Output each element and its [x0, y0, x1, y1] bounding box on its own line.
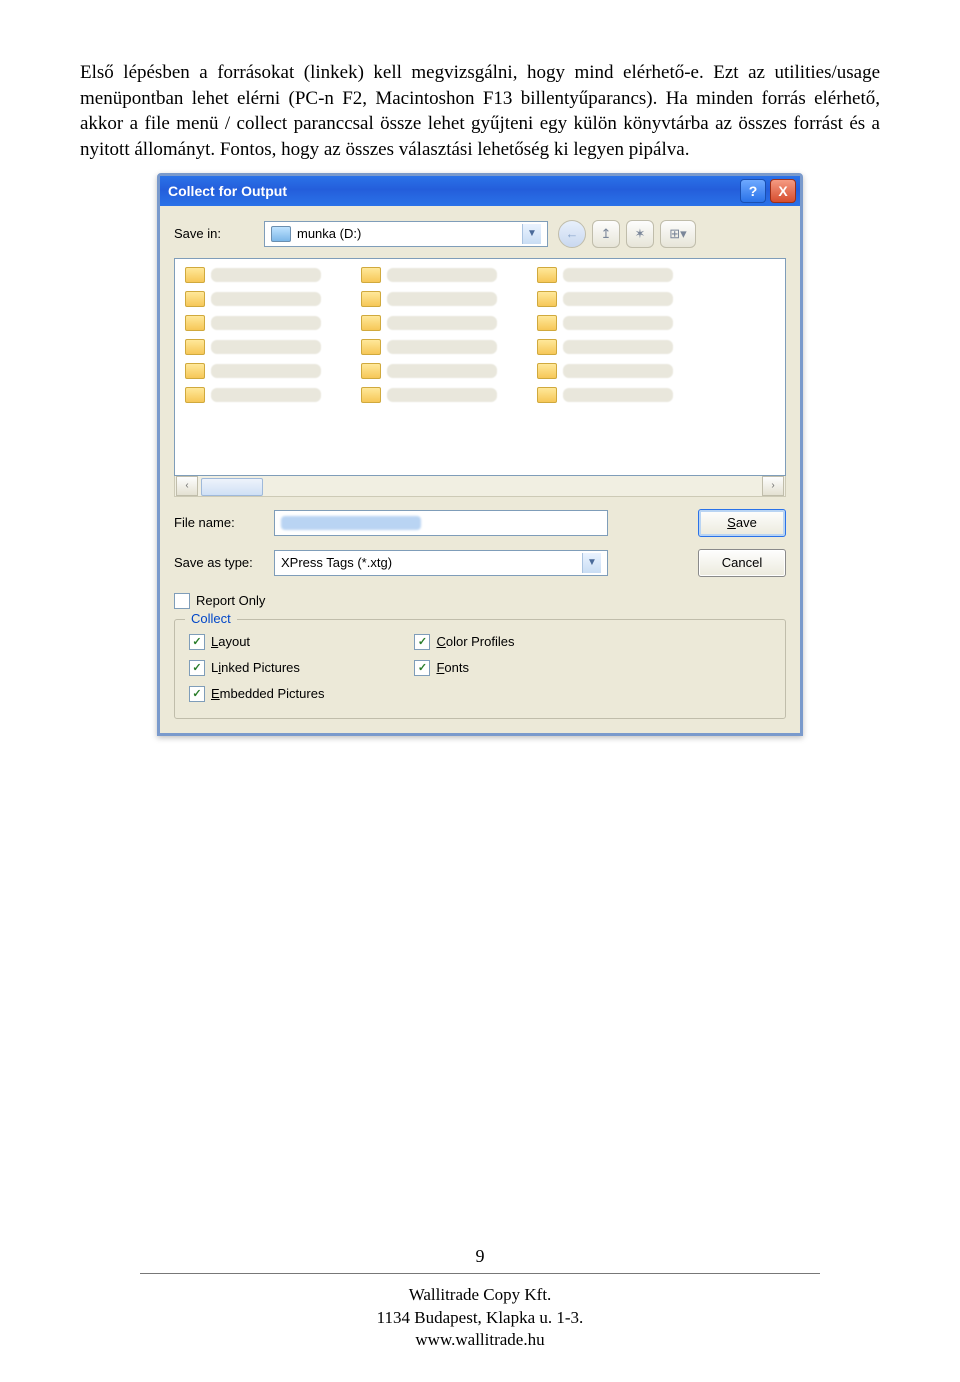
folder-icon: [361, 363, 381, 379]
checkbox-icon: ✓: [189, 634, 205, 650]
list-item[interactable]: [537, 363, 673, 379]
folder-icon: [537, 363, 557, 379]
folder-icon: [537, 315, 557, 331]
scroll-left-button[interactable]: ‹: [176, 476, 198, 496]
checkbox-icon: ✓: [189, 660, 205, 676]
folder-icon: [185, 387, 205, 403]
horizontal-scrollbar[interactable]: ‹ ›: [174, 476, 786, 497]
scroll-track[interactable]: [199, 477, 761, 495]
list-item[interactable]: [185, 291, 321, 307]
nav-up-button[interactable]: ↥: [592, 220, 620, 248]
body-paragraph: Első lépésben a forrásokat (linkek) kell…: [80, 60, 880, 163]
list-item[interactable]: [361, 291, 497, 307]
folder-icon: [361, 267, 381, 283]
color-profiles-checkbox[interactable]: ✓ Color Profiles: [414, 634, 514, 650]
embedded-pictures-checkbox[interactable]: ✓ Embedded Pictures: [189, 686, 324, 702]
folder-icon: [185, 363, 205, 379]
scroll-right-button[interactable]: ›: [762, 476, 784, 496]
checkbox-icon: ✓: [189, 686, 205, 702]
nav-back-button[interactable]: ←: [558, 220, 586, 248]
list-item[interactable]: [361, 363, 497, 379]
folder-icon: [537, 291, 557, 307]
scroll-thumb[interactable]: [201, 478, 263, 496]
nav-newfolder-button[interactable]: ✶: [626, 220, 654, 248]
list-item[interactable]: [185, 387, 321, 403]
folder-icon: [185, 339, 205, 355]
list-item[interactable]: [185, 267, 321, 283]
chevron-down-icon[interactable]: ▼: [582, 553, 601, 573]
list-item[interactable]: [185, 363, 321, 379]
file-name-label: File name:: [174, 515, 264, 530]
folder-icon: [361, 387, 381, 403]
collect-group: Collect ✓ Layout ✓ Linked Pictures: [174, 619, 786, 719]
folder-icon: [537, 267, 557, 283]
folder-icon: [361, 291, 381, 307]
list-item[interactable]: [537, 291, 673, 307]
list-item[interactable]: [361, 339, 497, 355]
file-list-pane[interactable]: [174, 258, 786, 476]
save-in-label: Save in:: [174, 226, 264, 241]
checkbox-icon: ✓: [414, 634, 430, 650]
folder-icon: [537, 387, 557, 403]
list-item[interactable]: [361, 315, 497, 331]
file-name-value: [281, 516, 421, 530]
collect-group-title: Collect: [185, 611, 237, 626]
save-as-type-value: XPress Tags (*.xtg): [281, 555, 392, 570]
page-number: 9: [80, 1246, 880, 1267]
checkbox-icon: [174, 593, 190, 609]
footer-line-1: Wallitrade Copy Kft.: [80, 1284, 880, 1307]
folder-icon: [185, 315, 205, 331]
list-item[interactable]: [361, 387, 497, 403]
folder-icon: [361, 339, 381, 355]
report-only-label: Report Only: [196, 593, 265, 608]
save-as-type-label: Save as type:: [174, 555, 264, 570]
titlebar: Collect for Output ? X: [160, 176, 800, 206]
list-item[interactable]: [537, 267, 673, 283]
file-name-input[interactable]: [274, 510, 608, 536]
report-only-checkbox[interactable]: Report Only: [174, 593, 786, 609]
layout-checkbox[interactable]: ✓ Layout: [189, 634, 324, 650]
save-in-value: munka (D:): [297, 226, 361, 241]
drive-icon: [271, 226, 291, 242]
cancel-button[interactable]: Cancel: [698, 549, 786, 577]
save-button[interactable]: Save: [698, 509, 786, 537]
list-item[interactable]: [537, 315, 673, 331]
page-footer: 9 Wallitrade Copy Kft. 1134 Budapest, Kl…: [80, 1246, 880, 1353]
close-button[interactable]: X: [770, 179, 796, 203]
fonts-checkbox[interactable]: ✓ Fonts: [414, 660, 514, 676]
nav-views-button[interactable]: ⊞▾: [660, 220, 696, 248]
save-in-combo[interactable]: munka (D:) ▼: [264, 221, 548, 247]
list-item[interactable]: [537, 387, 673, 403]
checkbox-icon: ✓: [414, 660, 430, 676]
folder-icon: [185, 291, 205, 307]
linked-pictures-checkbox[interactable]: ✓ Linked Pictures: [189, 660, 324, 676]
list-item[interactable]: [537, 339, 673, 355]
help-button[interactable]: ?: [740, 179, 766, 203]
list-item[interactable]: [185, 315, 321, 331]
folder-icon: [361, 315, 381, 331]
folder-icon: [185, 267, 205, 283]
footer-line-2: 1134 Budapest, Klapka u. 1-3.: [80, 1307, 880, 1330]
list-item[interactable]: [361, 267, 497, 283]
save-as-type-combo[interactable]: XPress Tags (*.xtg) ▼: [274, 550, 608, 576]
footer-line-3: www.wallitrade.hu: [80, 1329, 880, 1352]
chevron-down-icon[interactable]: ▼: [522, 224, 541, 244]
dialog-title: Collect for Output: [168, 183, 736, 199]
list-item[interactable]: [185, 339, 321, 355]
folder-icon: [537, 339, 557, 355]
collect-for-output-dialog: Collect for Output ? X Save in: munka (D…: [157, 173, 803, 736]
